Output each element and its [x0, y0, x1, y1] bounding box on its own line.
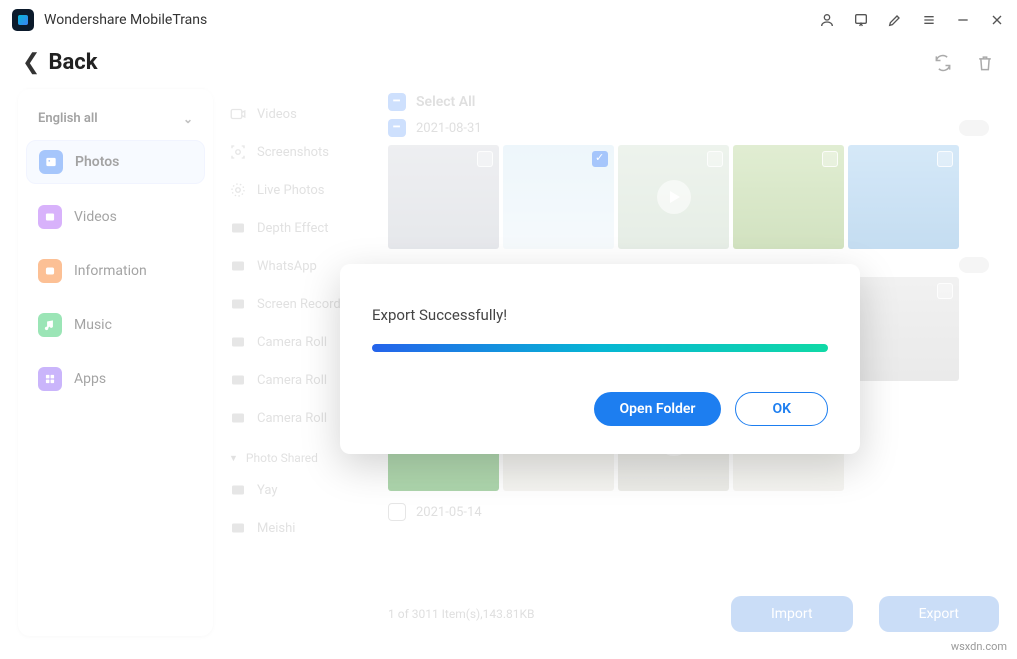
category-sidebar: English all ⌄ Photos Videos Information …: [18, 89, 213, 636]
date-label: 2021-08-31: [416, 121, 482, 136]
information-icon: [38, 259, 62, 283]
sidebar-item-label: Information: [74, 263, 147, 279]
thumb-checkbox[interactable]: [937, 283, 953, 299]
play-icon: [657, 180, 691, 214]
account-icon[interactable]: [819, 12, 835, 28]
thumb-checkbox[interactable]: [937, 151, 953, 167]
export-success-modal: Export Successfully! Open Folder OK: [340, 264, 860, 454]
sidebar-item-photos[interactable]: Photos: [26, 140, 205, 184]
folder-item-livephotos[interactable]: Live Photos: [223, 171, 384, 209]
ok-button[interactable]: OK: [735, 392, 828, 426]
select-all-checkbox[interactable]: [388, 93, 406, 111]
sidebar-item-music[interactable]: Music: [26, 304, 205, 346]
sidebar-item-label: Apps: [74, 371, 106, 387]
app-logo: [12, 9, 34, 31]
back-label[interactable]: Back: [48, 50, 97, 75]
titlebar: Wondershare MobileTrans: [0, 0, 1017, 40]
folder-item-deptheffect[interactable]: Depth Effect: [223, 209, 384, 247]
menu-icon[interactable]: [921, 12, 937, 28]
sidebar-item-label: Music: [74, 317, 112, 333]
photo-thumbnail[interactable]: [388, 145, 499, 249]
sidebar-item-apps[interactable]: Apps: [26, 358, 205, 400]
open-folder-button[interactable]: Open Folder: [594, 392, 722, 426]
feedback-icon[interactable]: [853, 12, 869, 28]
photo-thumbnail[interactable]: [848, 145, 959, 249]
photos-icon: [39, 150, 63, 174]
music-icon: [38, 313, 62, 337]
folder-item-screenshots[interactable]: Screenshots: [223, 133, 384, 171]
thumb-checkbox[interactable]: [707, 151, 723, 167]
modal-title: Export Successfully!: [372, 306, 828, 324]
thumb-checkbox[interactable]: [477, 151, 493, 167]
folder-item-videos[interactable]: Videos: [223, 95, 384, 133]
thumb-checkbox[interactable]: [822, 151, 838, 167]
video-thumbnail[interactable]: [618, 145, 729, 249]
dropdown-label: English all: [38, 111, 98, 126]
app-title: Wondershare MobileTrans: [44, 12, 207, 28]
minimize-icon[interactable]: [955, 12, 971, 28]
date-group-checkbox[interactable]: [388, 503, 406, 521]
photo-thumbnail[interactable]: [503, 145, 614, 249]
sidebar-item-videos[interactable]: Videos: [26, 196, 205, 238]
export-button[interactable]: Export: [879, 596, 999, 632]
sidebar-item-label: Photos: [75, 154, 119, 170]
videos-icon: [38, 205, 62, 229]
import-button[interactable]: Import: [731, 596, 853, 632]
count-badge: [959, 257, 989, 273]
date-group-checkbox[interactable]: [388, 119, 406, 137]
count-badge: [959, 120, 989, 136]
sidebar-item-label: Videos: [74, 209, 117, 225]
date-label: 2021-05-14: [416, 505, 482, 520]
thumb-checkbox[interactable]: [592, 151, 608, 167]
refresh-icon[interactable]: [933, 53, 953, 73]
select-all-label: Select All: [416, 94, 475, 110]
status-text: 1 of 3011 Item(s),143.81KB: [388, 607, 534, 621]
folder-item-shared[interactable]: Meishi: [223, 509, 384, 547]
watermark: wsxdn.com: [951, 640, 1007, 653]
sidebar-item-information[interactable]: Information: [26, 250, 205, 292]
back-header: ❮ Back: [0, 40, 1017, 89]
photo-thumbnail[interactable]: [733, 145, 844, 249]
apps-icon: [38, 367, 62, 391]
photo-thumbnail[interactable]: [848, 277, 959, 381]
delete-icon[interactable]: [975, 53, 995, 73]
close-icon[interactable]: [989, 12, 1005, 28]
language-dropdown[interactable]: English all ⌄: [26, 103, 205, 140]
folder-item-shared[interactable]: Yay: [223, 471, 384, 509]
back-chevron-icon[interactable]: ❮: [22, 50, 40, 75]
edit-icon[interactable]: [887, 12, 903, 28]
progress-bar: [372, 344, 828, 352]
chevron-down-icon: ⌄: [183, 112, 193, 126]
